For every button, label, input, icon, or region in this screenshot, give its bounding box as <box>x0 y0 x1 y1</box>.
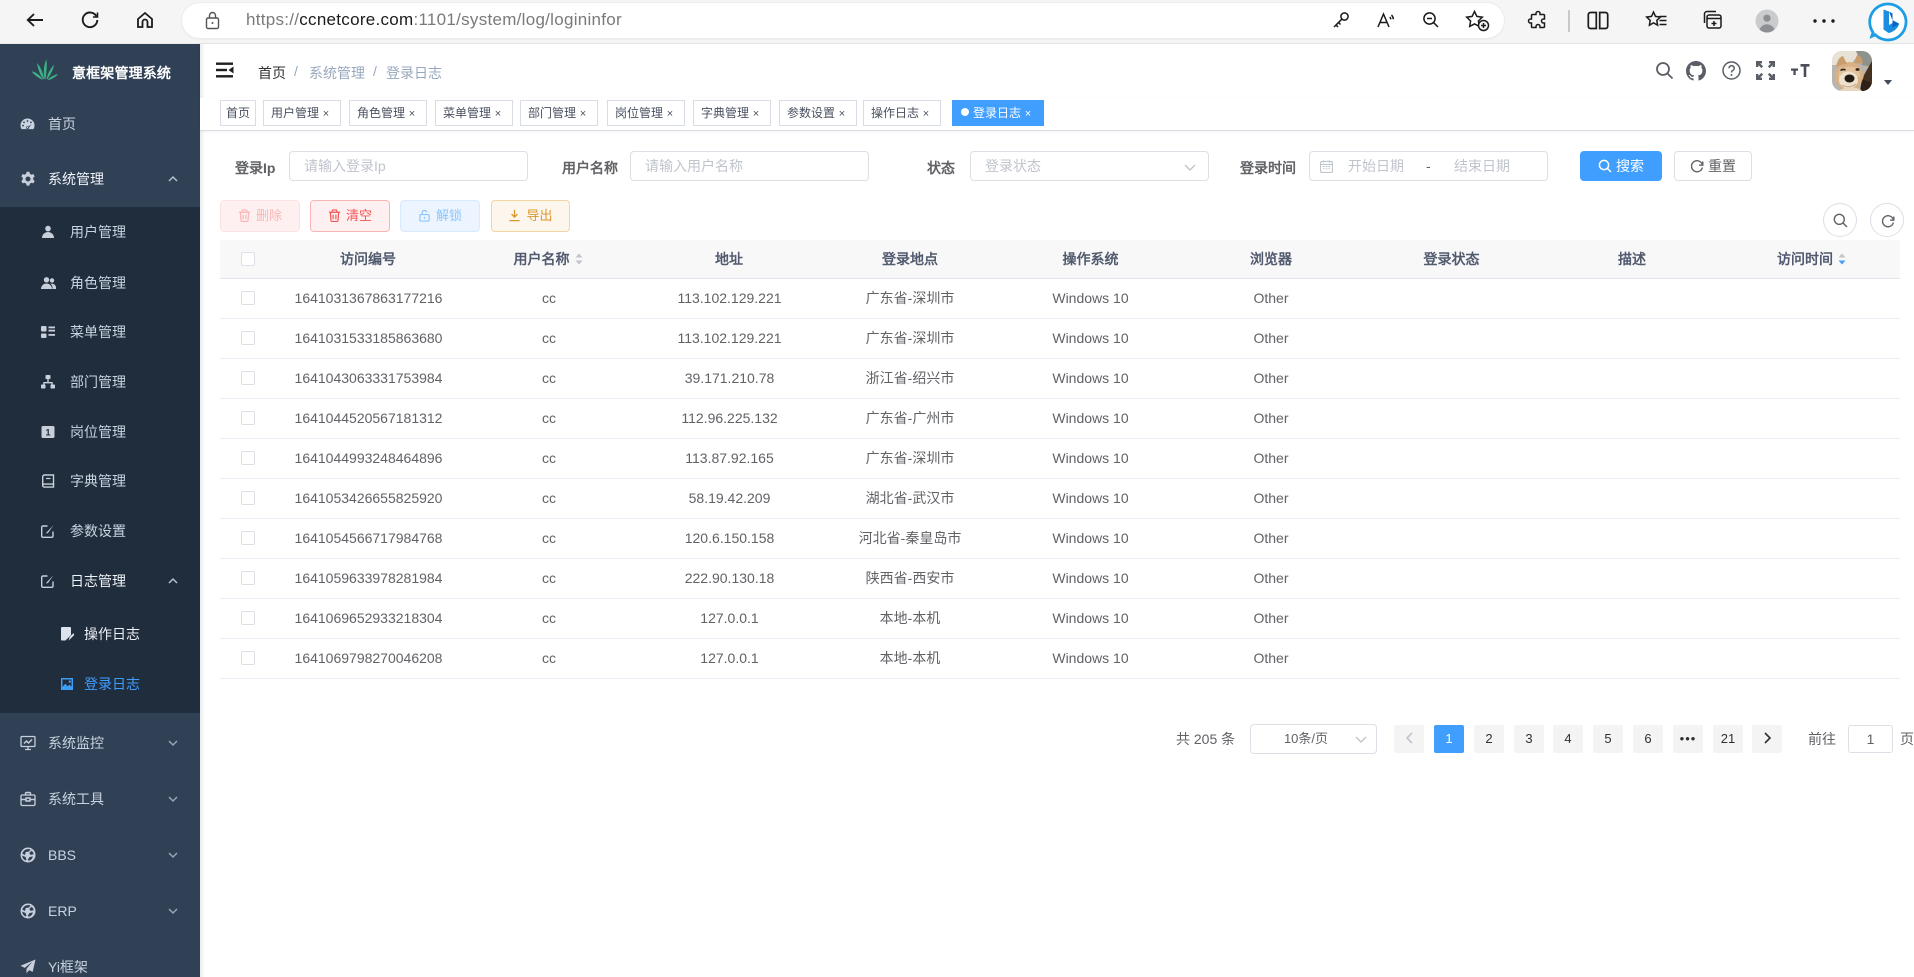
svg-text:1: 1 <box>45 428 50 438</box>
